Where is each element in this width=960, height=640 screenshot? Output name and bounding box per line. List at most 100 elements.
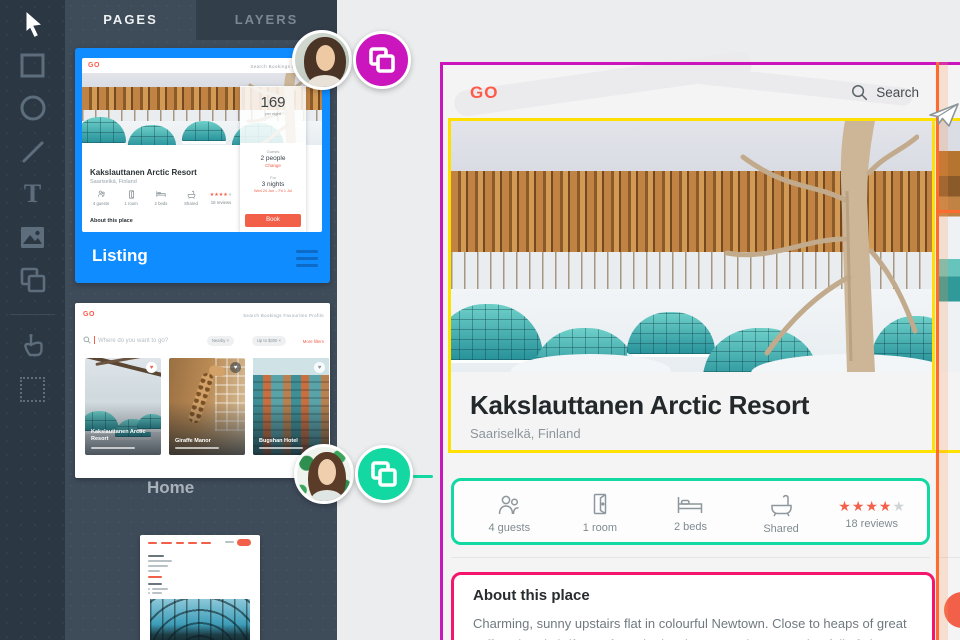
mini-location: Saariselkä, Finland bbox=[90, 179, 137, 185]
orange-selection-left bbox=[936, 62, 939, 640]
tab-layers-label[interactable]: LAYERS bbox=[196, 12, 337, 27]
mini-interior-photo bbox=[150, 599, 250, 640]
design-tool-app: T PAGES LAYERS GO Search Bookings Favour… bbox=[0, 0, 960, 640]
yellow-selection-rect bbox=[448, 118, 935, 453]
favourite-heart-icon: ♥ bbox=[230, 362, 241, 373]
mini-filter-pill: Nearby × bbox=[206, 336, 234, 346]
mini-title: Kakslauttanen Arctic Resort bbox=[90, 168, 197, 177]
bed-icon bbox=[678, 496, 703, 513]
about-heading: About this place bbox=[473, 587, 590, 604]
search-control[interactable]: Search bbox=[851, 84, 919, 101]
mini-logo: GO bbox=[83, 311, 95, 318]
mini-search-icon bbox=[83, 336, 91, 344]
collaborator-badge-magenta[interactable] bbox=[353, 31, 411, 89]
mini-dates: Wed 24 Jun – Fri 1 Jul bbox=[254, 189, 292, 193]
amenity-label: 2 beds bbox=[673, 520, 707, 533]
mini-price-unit: per night bbox=[265, 111, 281, 116]
amenity-label: 18 reviews bbox=[845, 517, 898, 530]
home-thumbnail: GO Search Bookings Favourites Profile Wh… bbox=[75, 303, 330, 478]
collaborator-badge-green[interactable] bbox=[355, 445, 413, 503]
image-tool-icon[interactable] bbox=[17, 222, 48, 253]
amenity-guests: 4 guests bbox=[464, 494, 555, 534]
mini-filter-pill: Up to $300 × bbox=[251, 336, 286, 346]
search-icon bbox=[852, 85, 868, 101]
ellipse-tool-icon[interactable] bbox=[17, 92, 48, 123]
page-label-home: Home bbox=[147, 478, 195, 497]
tool-sidebar: T bbox=[0, 0, 65, 640]
components-icon bbox=[371, 461, 397, 487]
line-tool-icon[interactable] bbox=[17, 136, 48, 167]
mini-for-label: For bbox=[270, 175, 276, 180]
mini-card-bugshan: Bugshan Hotel ♥ bbox=[253, 358, 329, 455]
orange-selection-bottom bbox=[939, 210, 960, 213]
paper-plane-icon bbox=[929, 103, 959, 127]
mini-amenities: 4 guests 1 room 2 beds Shared ★★★★★ 18 re… bbox=[86, 190, 236, 206]
amenity-beds: 2 beds bbox=[645, 495, 736, 533]
mini-list-block bbox=[148, 583, 168, 594]
amenity-label: 4 guests bbox=[488, 521, 531, 534]
mini-search-placeholder: Where do you want to go? bbox=[98, 338, 169, 344]
mini-card-title: Giraffe Manor bbox=[175, 438, 211, 444]
favourite-heart-icon: ♥ bbox=[146, 362, 157, 373]
green-cursor-line bbox=[413, 475, 433, 478]
interact-hand-tool-icon[interactable] bbox=[17, 330, 48, 361]
select-tool-cursor-icon[interactable] bbox=[17, 8, 48, 39]
amenity-room: 1 room bbox=[555, 493, 646, 534]
mini-amenity-label: 2 beds bbox=[154, 200, 168, 206]
amenities-card[interactable]: 4 guests 1 room 2 beds Shared ★★★★★ 18 r… bbox=[451, 478, 930, 545]
marquee-select-tool-icon[interactable] bbox=[17, 374, 48, 405]
mini-amenity-label: 4 guests bbox=[92, 201, 110, 206]
amenity-label: 1 room bbox=[582, 522, 618, 534]
mini-nav: Search Bookings Favourites Profile bbox=[243, 313, 324, 318]
mini-amenity-label: 18 reviews bbox=[210, 199, 232, 205]
mini-text-cursor bbox=[94, 336, 96, 344]
bath-icon bbox=[770, 494, 792, 516]
mini-guests-value: 2 people bbox=[260, 155, 286, 162]
mini-book-button: Book bbox=[245, 214, 301, 227]
pages-panel: PAGES LAYERS GO Search Bookings Favourit… bbox=[65, 0, 337, 640]
mini-booking-card: 169 per night Guests 2 people Change For… bbox=[240, 86, 306, 232]
search-label: Search bbox=[876, 85, 919, 100]
rating-stars: ★★★★★ bbox=[838, 497, 906, 514]
mini-card-giraffe: Giraffe Manor ♥ bbox=[169, 358, 245, 455]
toolbar-divider bbox=[10, 314, 55, 315]
components-icon bbox=[369, 47, 395, 73]
page-label-listing: Listing bbox=[92, 246, 148, 265]
amenity-reviews: ★★★★★ 18 reviews bbox=[826, 498, 917, 530]
favourite-heart-icon: ♥ bbox=[314, 362, 325, 373]
mini-card-title: Bugshan Hotel bbox=[259, 438, 298, 444]
page-menu-icon[interactable] bbox=[296, 250, 318, 271]
mini-change-link: Change bbox=[265, 163, 281, 168]
listing-thumbnail: GO Search Bookings Favourites Kakslautta… bbox=[82, 58, 322, 232]
go-logo[interactable]: GO bbox=[470, 83, 498, 103]
mini-logo: GO bbox=[88, 62, 100, 69]
rectangle-tool-icon[interactable] bbox=[17, 50, 48, 81]
mini-meta-bar bbox=[225, 541, 234, 543]
page-item-listing[interactable]: GO Search Bookings Favourites Kakslautta… bbox=[75, 48, 330, 283]
mini-nav-links bbox=[148, 542, 211, 544]
mini-amenity-label: 1 room bbox=[124, 201, 138, 206]
components-tool-icon[interactable] bbox=[17, 264, 48, 295]
tab-pages[interactable]: PAGES bbox=[65, 12, 196, 27]
mini-text-block bbox=[148, 555, 172, 578]
mini-card-title: Kakslauttanen Arctic Resort bbox=[91, 429, 146, 442]
mini-amenity-label: Shared bbox=[184, 201, 198, 206]
mini-stars-on: ★★★★ bbox=[209, 191, 228, 198]
about-card[interactable]: About this place Charming, sunny upstair… bbox=[451, 572, 935, 640]
mini-stars-off: ★ bbox=[227, 191, 233, 198]
collaborator-avatar-green[interactable] bbox=[294, 444, 354, 504]
collaborator-avatar-magenta[interactable] bbox=[292, 30, 352, 90]
section-divider bbox=[451, 557, 930, 558]
mini-card-row: Kakslauttanen Arctic Resort ♥ Giraffe Ma… bbox=[85, 358, 329, 455]
mini-card-kakslauttanen: Kakslauttanen Arctic Resort ♥ bbox=[85, 358, 161, 455]
mini-about-heading: About this place bbox=[90, 218, 133, 224]
amenity-label: Shared bbox=[763, 522, 799, 535]
about-body-line2: & a stone's throw away from the local su… bbox=[473, 634, 932, 640]
guests-icon bbox=[499, 495, 519, 514]
mini-price: 169 bbox=[260, 94, 286, 111]
magenta-selection-left bbox=[440, 62, 443, 640]
mini-nights-value: 3 nights bbox=[261, 181, 285, 188]
page-item-detail[interactable] bbox=[140, 535, 260, 640]
text-tool-icon[interactable]: T bbox=[17, 178, 48, 209]
mini-more-filters: More filters bbox=[302, 339, 324, 344]
